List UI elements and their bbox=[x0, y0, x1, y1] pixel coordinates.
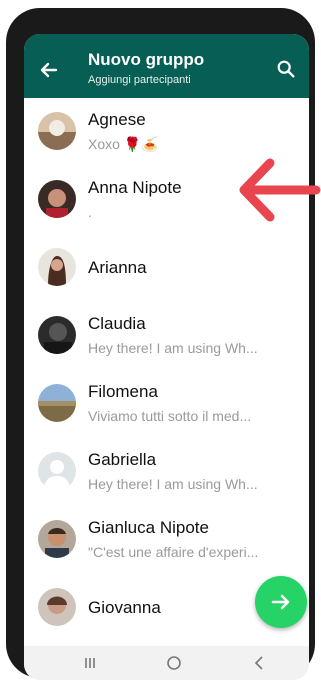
page-title: Nuovo gruppo bbox=[88, 50, 205, 69]
annotation-arrow-icon bbox=[239, 158, 321, 222]
app-header: Nuovo gruppo Aggiungi partecipanti bbox=[24, 34, 309, 98]
home-icon[interactable] bbox=[167, 656, 181, 670]
contact-row[interactable]: Gianluca Nipote "C'est une affaire d'exp… bbox=[24, 508, 309, 576]
contact-status: "C'est une affaire d'experi... bbox=[88, 544, 259, 560]
avatar bbox=[38, 316, 76, 354]
search-icon[interactable] bbox=[275, 58, 297, 80]
recents-icon[interactable] bbox=[85, 658, 95, 668]
contact-row[interactable]: Filomena Viviamo tutti sotto il med... bbox=[24, 372, 309, 440]
avatar bbox=[38, 248, 76, 286]
contact-name: Anna Nipote bbox=[88, 178, 182, 197]
avatar bbox=[38, 384, 76, 422]
phone-frame: Nuovo gruppo Aggiungi partecipanti Agnes… bbox=[6, 8, 315, 680]
next-button[interactable] bbox=[255, 576, 307, 628]
page-subtitle: Aggiungi partecipanti bbox=[88, 74, 191, 86]
avatar bbox=[38, 588, 76, 626]
avatar bbox=[38, 112, 76, 150]
contact-row[interactable]: Gabriella Hey there! I am using Wh... bbox=[24, 440, 309, 508]
arrow-right-icon bbox=[271, 594, 290, 610]
contact-status: Xoxo 🌹🍝 bbox=[88, 136, 159, 152]
contact-name: Gianluca Nipote bbox=[88, 518, 209, 537]
contact-status: Viviamo tutti sotto il med... bbox=[88, 408, 252, 424]
contact-name: Filomena bbox=[88, 382, 158, 401]
contact-name: Agnese bbox=[88, 110, 146, 129]
default-avatar-icon bbox=[38, 452, 76, 490]
contact-row[interactable]: Claudia Hey there! I am using Wh... bbox=[24, 304, 309, 372]
screen: Nuovo gruppo Aggiungi partecipanti Agnes… bbox=[24, 34, 309, 680]
contact-name: Arianna bbox=[88, 258, 147, 277]
contact-name: Claudia bbox=[88, 314, 146, 333]
avatar bbox=[38, 180, 76, 218]
system-nav-bar bbox=[24, 646, 309, 680]
contact-row[interactable]: Arianna bbox=[24, 236, 309, 304]
contact-status: Hey there! I am using Wh... bbox=[88, 476, 258, 492]
contact-name: Giovanna bbox=[88, 598, 161, 617]
contact-status: Hey there! I am using Wh... bbox=[88, 340, 258, 356]
back-arrow-icon[interactable] bbox=[36, 58, 60, 82]
avatar bbox=[38, 520, 76, 558]
back-nav-icon[interactable] bbox=[254, 656, 263, 670]
contact-name: Gabriella bbox=[88, 450, 157, 469]
